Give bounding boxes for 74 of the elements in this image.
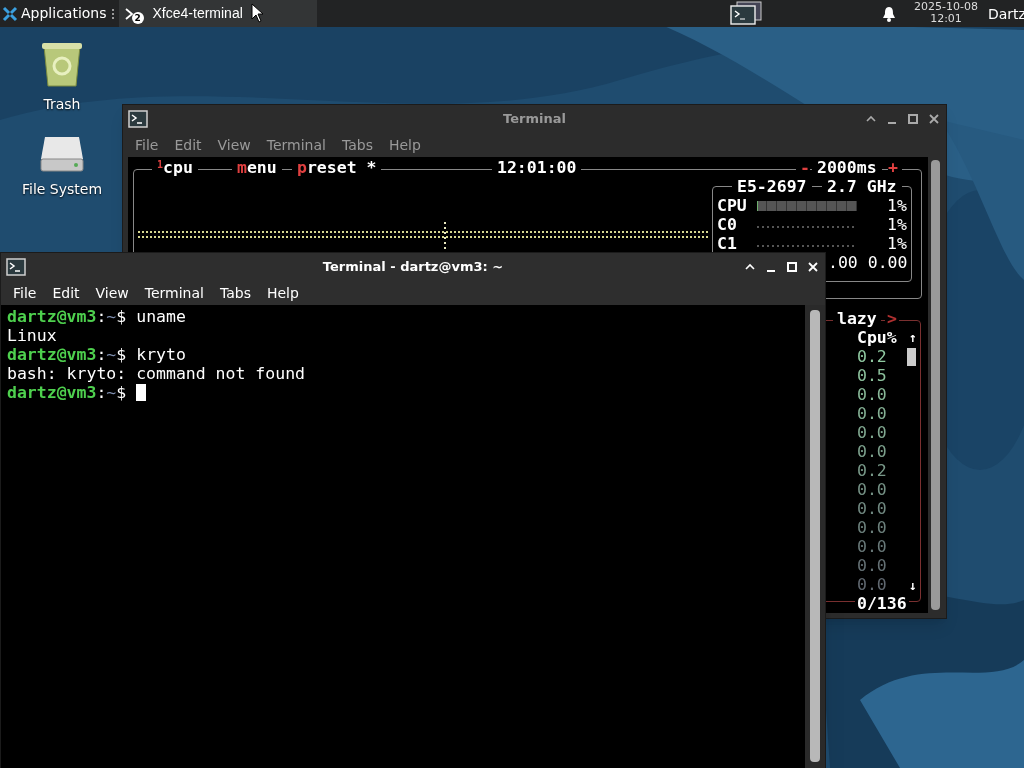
prompt-symbol: $	[116, 307, 127, 326]
prompt-user: dartz@vm3	[7, 383, 97, 402]
trash-icon[interactable]	[39, 40, 85, 88]
cpu-value: 0.0	[857, 537, 887, 556]
command-text: kryto	[136, 345, 186, 364]
cpu-value: 0.0	[857, 575, 887, 594]
menu-item[interactable]: Tabs	[341, 134, 373, 156]
clock[interactable]: 2025-10-08 12:01	[908, 1, 984, 25]
cpu-value: 0.0	[857, 385, 887, 404]
output-line: bash: kryto: command not found	[7, 364, 306, 383]
prompt-user: dartz@vm3	[7, 307, 97, 326]
prompt-user: dartz@vm3	[7, 345, 97, 364]
mouse-pointer-icon	[251, 3, 265, 23]
close-icon[interactable]	[928, 113, 940, 125]
prompt-symbol: $	[116, 383, 127, 402]
cpu-value: 0.0	[857, 518, 887, 537]
prompt-separator: :	[96, 383, 107, 402]
cpu-value: 0.2	[857, 347, 887, 366]
prompt-path: ~	[106, 383, 117, 402]
menu-item[interactable]: Edit	[174, 134, 202, 156]
window-title: Terminal - dartz@vm3: ~	[321, 258, 505, 277]
column-header[interactable]: Cpu%	[857, 328, 897, 347]
filter-label: lazy	[833, 309, 881, 328]
terminal-icon[interactable]	[6, 258, 26, 276]
drag-handle-icon	[110, 7, 115, 20]
menu-item[interactable]: Tabs	[219, 282, 251, 304]
menu-item[interactable]: File	[135, 134, 159, 156]
tab-label[interactable]: $^{1}$cpu	[152, 158, 198, 177]
cpu-percent: 1%	[887, 196, 907, 215]
process-count: 0/136	[855, 594, 909, 613]
menu-item[interactable]: Help	[266, 282, 299, 304]
xfce-icon	[2, 5, 18, 22]
terminal-icon[interactable]	[128, 110, 148, 128]
menu-item[interactable]: View	[95, 282, 129, 304]
notification-bell-icon[interactable]	[882, 6, 896, 22]
window-list-icon[interactable]	[730, 1, 762, 25]
tab-label[interactable]: preset *	[292, 158, 382, 177]
prompt-symbol: $	[116, 345, 127, 364]
command-text: uname	[136, 307, 186, 326]
menu-item[interactable]: Terminal	[144, 282, 204, 304]
cpu-value: 0.0	[857, 442, 887, 461]
menu-item[interactable]: Help	[388, 134, 421, 156]
cpu-value: 0.5	[857, 366, 887, 385]
cpu-label: CPU	[717, 196, 747, 215]
prompt-path: ~	[106, 345, 117, 364]
cpu-label: C0	[717, 215, 737, 234]
icon-label[interactable]: Trash	[43, 94, 81, 115]
cpu-value: 0.0	[857, 499, 887, 518]
maximize-icon[interactable]	[907, 113, 919, 125]
menu-item[interactable]: Edit	[52, 282, 80, 304]
count-badge: 2	[131, 12, 144, 24]
cpu-percent: 1%	[887, 215, 907, 234]
cpu-value: 0.0	[857, 404, 887, 423]
window-title: Terminal	[502, 110, 567, 129]
cpu-percent: 1%	[887, 234, 907, 253]
prompt-path: ~	[106, 307, 117, 326]
applications-menu[interactable]: Applications	[0, 0, 111, 27]
output-line: Linux	[7, 326, 58, 345]
load-average: .00 0.00	[828, 253, 908, 272]
menu-item[interactable]: File	[13, 282, 37, 304]
scroll-thumb[interactable]	[907, 348, 916, 366]
cpu-value: 0.0	[857, 480, 887, 499]
prompt-separator: :	[96, 307, 107, 326]
menu-item[interactable]: View	[217, 134, 251, 156]
scrollbar[interactable]	[931, 160, 940, 610]
cpu-label: C1	[717, 234, 737, 253]
icon-label[interactable]: File System	[21, 179, 103, 200]
menu-item[interactable]: Terminal	[266, 134, 326, 156]
cpu-value: 0.0	[857, 556, 887, 575]
taskbar-button[interactable]: 2 Xfce4-terminal	[118, 0, 317, 27]
cpu-value: 0.0	[857, 423, 887, 442]
scrollbar[interactable]	[810, 310, 820, 762]
prompt-separator: :	[96, 345, 107, 364]
cpu-value: 0.2	[857, 461, 887, 480]
